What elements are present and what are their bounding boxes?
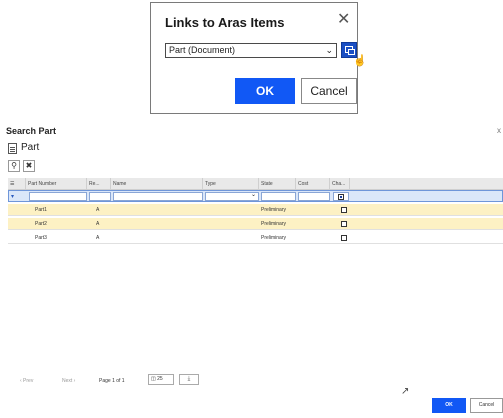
column-header-name[interactable]: Name	[111, 178, 203, 190]
cell-state: Preliminary	[261, 235, 287, 241]
cell-part-number: Part2	[35, 221, 47, 227]
filter-type-select[interactable]: ⌄	[205, 192, 259, 201]
table-row[interactable]: Part2 A Preliminary	[8, 218, 503, 230]
page-size-icon: ◫	[151, 376, 156, 382]
filter-revision-input[interactable]	[89, 192, 111, 201]
column-header-part-number[interactable]: Part Number	[26, 178, 87, 190]
ok-button[interactable]: OK	[235, 78, 295, 104]
filter-changed-checkbox-cell	[333, 192, 349, 201]
filter-toggle-icon[interactable]: ▾	[11, 191, 21, 203]
table-row[interactable]: Part3 A Preliminary	[8, 232, 503, 244]
filter-part-number-input[interactable]	[29, 192, 87, 201]
next-page-button[interactable]: Next ›	[62, 378, 75, 384]
column-header-cost[interactable]: Cost	[296, 178, 330, 190]
search-button[interactable]: ⚲	[8, 160, 20, 172]
chevron-down-icon: ⌄	[250, 192, 256, 198]
clear-search-button[interactable]: ✖	[23, 160, 35, 172]
page-size-value: 25	[157, 376, 163, 382]
cell-revision: A	[96, 221, 100, 227]
hand-cursor-icon: ☝	[353, 55, 367, 67]
search-icon: ⚲	[11, 161, 17, 170]
grid-header: ☰ Part Number Re... Name Type State Cost…	[8, 178, 503, 190]
cell-revision: A	[96, 207, 100, 213]
cell-state: Preliminary	[261, 221, 287, 227]
cancel-button[interactable]: Cancel	[470, 398, 503, 413]
row-changed-checkbox[interactable]	[341, 235, 347, 241]
arrow-cursor-icon: ↗	[401, 386, 410, 397]
cell-part-number: Part1	[35, 207, 47, 213]
column-header-state[interactable]: State	[259, 178, 296, 190]
links-dialog: Links to Aras Items ✕ Part (Document) ⌄ …	[150, 2, 367, 114]
close-icon[interactable]: x	[497, 126, 501, 135]
prev-page-button[interactable]: ‹ Prev	[20, 378, 33, 384]
filter-row: ▾ ⌄	[8, 190, 503, 202]
close-icon[interactable]: ✕	[337, 12, 350, 28]
filter-state-input[interactable]	[261, 192, 296, 201]
filter-name-input[interactable]	[113, 192, 203, 201]
links-dialog-title: Links to Aras Items	[165, 15, 285, 30]
document-icon	[8, 143, 17, 154]
cell-part-number: Part3	[35, 235, 47, 241]
page-size-field[interactable]: ◫ 25	[148, 374, 174, 385]
cancel-button[interactable]: Cancel	[301, 78, 357, 104]
item-type-value: Part (Document)	[169, 45, 236, 55]
item-type-name: Part	[21, 142, 40, 153]
download-icon: ⤓	[187, 376, 191, 382]
row-changed-checkbox[interactable]	[341, 221, 347, 227]
chevron-down-icon: ⌄	[325, 45, 333, 55]
row-changed-checkbox[interactable]	[341, 207, 347, 213]
column-header-type[interactable]: Type	[203, 178, 259, 190]
cell-state: Preliminary	[261, 207, 287, 213]
item-type-select[interactable]: Part (Document) ⌄	[165, 43, 337, 58]
ok-button[interactable]: OK	[432, 398, 466, 413]
export-button[interactable]: ⤓	[179, 374, 199, 385]
page-info: Page 1 of 1	[99, 378, 125, 384]
column-header-changed[interactable]: Cha...	[330, 178, 350, 190]
column-header-revision[interactable]: Re...	[87, 178, 111, 190]
column-menu-icon[interactable]: ☰	[8, 178, 26, 190]
cell-revision: A	[96, 235, 100, 241]
table-row[interactable]: Part1 A Preliminary	[8, 204, 503, 216]
search-dialog-title: Search Part	[6, 126, 57, 136]
eraser-icon: ✖	[25, 161, 33, 170]
filter-cost-input[interactable]	[298, 192, 330, 201]
filter-changed-checkbox[interactable]	[338, 194, 344, 200]
